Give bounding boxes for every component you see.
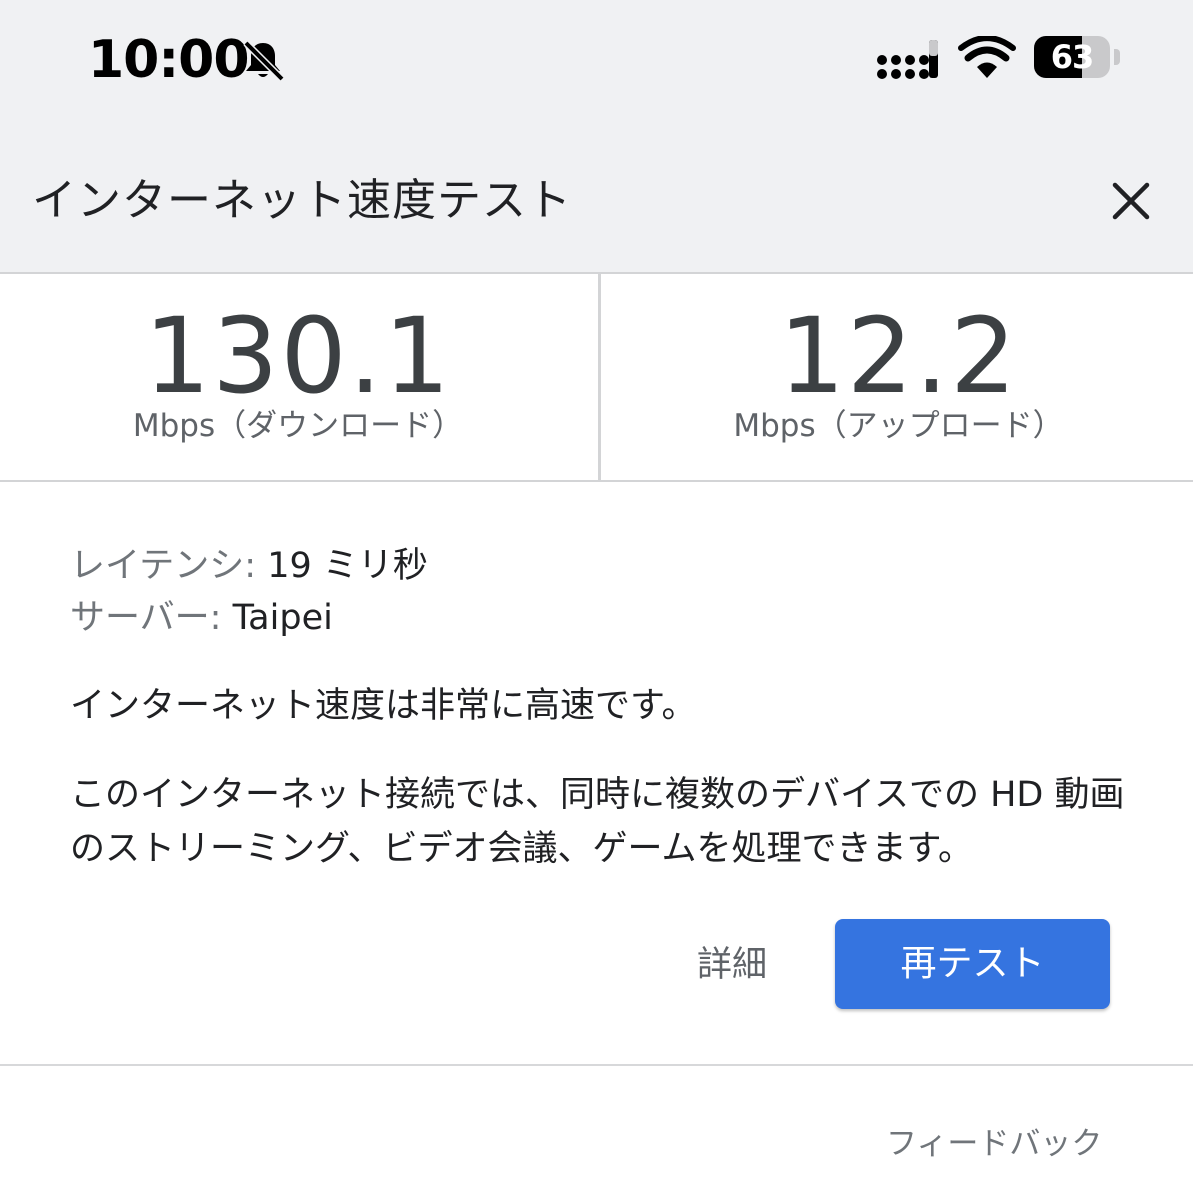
divider xyxy=(0,1064,1193,1066)
status-time: 10:00 xyxy=(88,30,250,90)
speed-summary: インターネット速度は非常に高速です。 xyxy=(70,686,697,726)
feedback-link[interactable]: フィードバック xyxy=(886,1120,1102,1168)
status-bar: 10:00 63 xyxy=(0,0,1193,120)
signal-icon xyxy=(877,40,938,79)
test-info: レイテンシ: 19 ミリ秒 サーバー: Taipei xyxy=(70,540,1130,644)
details-button[interactable]: 詳細 xyxy=(680,936,784,994)
server-row: サーバー: Taipei xyxy=(70,592,1130,644)
close-icon[interactable] xyxy=(1100,170,1162,232)
upload-speed-value: 12.2 xyxy=(778,295,1019,417)
speed-detail: このインターネット接続では、同時に複数のデバイスでの HD 動画のストリーミング… xyxy=(70,775,1125,869)
server-value: Taipei xyxy=(232,598,333,638)
page-title: インターネット速度テスト xyxy=(32,175,572,226)
wifi-icon xyxy=(958,36,1016,78)
upload-result: 12.2 Mbps（アップロード） xyxy=(598,274,1193,480)
latency-value: 19 ミリ秒 xyxy=(267,546,428,586)
download-speed-unit: Mbps（ダウンロード） xyxy=(132,408,464,444)
download-speed-value: 130.1 xyxy=(144,295,452,417)
latency-row: レイテンシ: 19 ミリ秒 xyxy=(70,540,1130,592)
download-result: 130.1 Mbps（ダウンロード） xyxy=(0,274,596,480)
latency-label: レイテンシ: xyxy=(70,546,257,586)
dialog-header: インターネット速度テスト xyxy=(0,120,1193,274)
battery-percent: 63 xyxy=(1050,38,1095,76)
bell-slash-icon xyxy=(243,40,285,82)
upload-speed-unit: Mbps（アップロード） xyxy=(733,408,1064,444)
speed-results: 130.1 Mbps（ダウンロード） 12.2 Mbps（アップロード） xyxy=(0,274,1193,482)
retest-button[interactable]: 再テスト xyxy=(835,919,1110,1009)
battery-icon: 63 xyxy=(1034,36,1124,80)
server-label: サーバー: xyxy=(70,598,222,638)
